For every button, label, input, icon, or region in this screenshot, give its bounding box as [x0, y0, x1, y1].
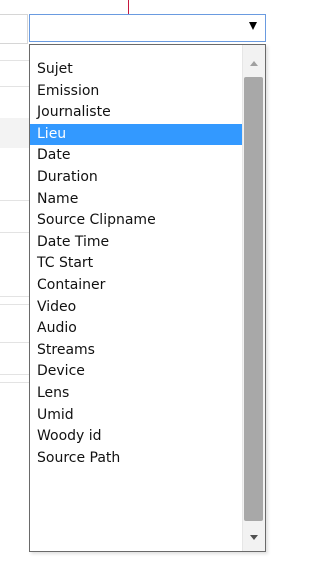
- divider: [0, 200, 29, 201]
- select-option[interactable]: Source Clipname: [30, 210, 242, 232]
- select-option[interactable]: Umid: [30, 405, 242, 427]
- divider: [0, 296, 29, 297]
- select-option[interactable]: Date Time: [30, 232, 242, 254]
- background-field: [0, 14, 28, 44]
- field-select[interactable]: [29, 14, 266, 42]
- select-option[interactable]: Device: [30, 361, 242, 383]
- select-option[interactable]: Audio: [30, 318, 242, 340]
- divider: [0, 304, 29, 305]
- select-option[interactable]: Name: [30, 189, 242, 211]
- select-option[interactable]: Lens: [30, 383, 242, 405]
- vertical-scrollbar[interactable]: [242, 45, 265, 551]
- divider: [0, 382, 29, 383]
- divider: [0, 232, 29, 233]
- divider: [0, 374, 29, 375]
- select-option[interactable]: Duration: [30, 167, 242, 189]
- select-option[interactable]: Sujet: [30, 59, 242, 81]
- select-option[interactable]: Lieu: [30, 123, 242, 146]
- scroll-up-icon: [250, 61, 258, 66]
- accent-marker: [128, 0, 129, 14]
- select-option[interactable]: Journaliste: [30, 102, 242, 124]
- select-option[interactable]: Emission: [30, 81, 242, 103]
- option-list: Sujet Emission Journaliste Lieu Date Duration…: [30, 59, 242, 469]
- select-option[interactable]: Video: [30, 297, 242, 319]
- background-band: [0, 118, 29, 148]
- scroll-up-button[interactable]: [243, 53, 265, 75]
- divider: [0, 60, 29, 61]
- scroll-down-button[interactable]: [243, 527, 265, 549]
- select-option[interactable]: Woody id: [30, 426, 242, 448]
- scroll-down-icon: [250, 535, 258, 540]
- select-option[interactable]: Container: [30, 275, 242, 297]
- select-option[interactable]: TC Start: [30, 253, 242, 275]
- divider: [0, 86, 29, 87]
- select-dropdown-list[interactable]: Sujet Emission Journaliste Lieu Date Duration…: [29, 44, 266, 552]
- scrollbar-thumb[interactable]: [244, 77, 263, 521]
- select-option[interactable]: Source Path: [30, 448, 242, 470]
- select-option[interactable]: Date: [30, 145, 242, 167]
- select-option[interactable]: Streams: [30, 340, 242, 362]
- chevron-down-icon[interactable]: [249, 22, 257, 30]
- divider: [0, 342, 29, 343]
